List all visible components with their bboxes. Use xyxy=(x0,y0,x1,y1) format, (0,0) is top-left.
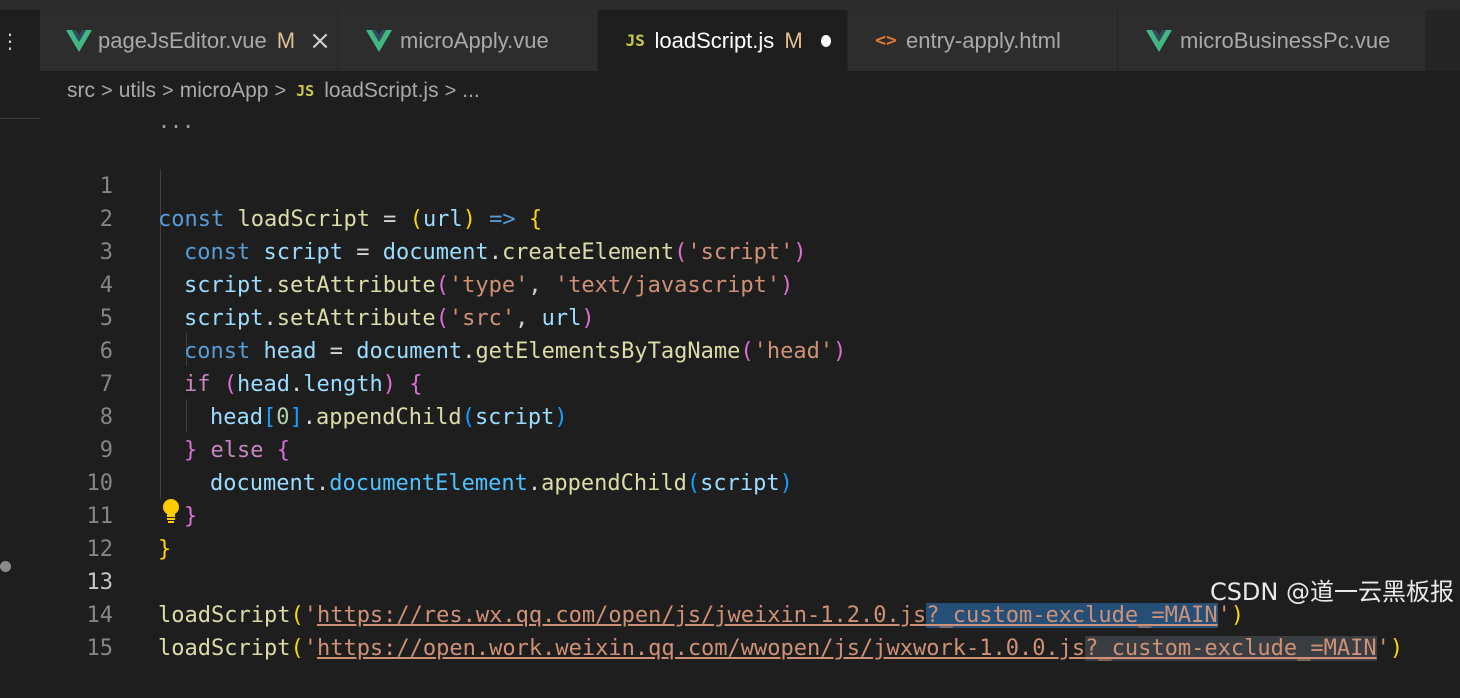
url-link[interactable]: https://open.work.weixin.qq.com/wwopen/j… xyxy=(317,636,1085,661)
tab-label: entry-apply.html xyxy=(906,27,1061,53)
tab-label: loadScript.js xyxy=(654,27,775,53)
tab-loadscript[interactable]: JS loadScript.js M xyxy=(598,10,848,71)
html-icon: <> xyxy=(875,30,897,51)
tab-label: pageJsEditor.vue xyxy=(98,27,267,53)
more-actions-icon[interactable]: ⋮ xyxy=(0,31,20,51)
tab-entry-apply[interactable]: <> entry-apply.html xyxy=(848,10,1118,71)
breadcrumb-item-src[interactable]: src xyxy=(67,79,95,103)
chevron-right-icon: > xyxy=(162,79,174,102)
code-line: 7 head[0].appendChild(script) xyxy=(40,335,1460,430)
close-icon[interactable]: × xyxy=(309,28,331,54)
vue-icon xyxy=(66,26,92,56)
code-line: 5 const head = document.getElementsByTag… xyxy=(40,269,1460,364)
vue-icon xyxy=(1144,26,1174,56)
match-highlight[interactable]: ?_custom-exclude_=MAIN xyxy=(1085,636,1377,661)
activity-bar: ⋮ xyxy=(0,10,40,619)
breadcrumb: src > utils > microApp > JS loadScript.j… xyxy=(40,71,1460,111)
breadcrumb-item-microapp[interactable]: microApp xyxy=(180,79,269,103)
code-line: 4 script.setAttribute('src', url) xyxy=(40,236,1460,331)
breadcrumb-item-symbols[interactable]: ... xyxy=(462,79,480,103)
code-line: 13 loadScript('https://res.wx.qq.com/ope… xyxy=(40,533,1460,628)
code-line: 3 script.setAttribute('type', 'text/java… xyxy=(40,203,1460,298)
js-icon: JS xyxy=(296,82,315,100)
chevron-right-icon: > xyxy=(101,79,113,102)
window-top-strip xyxy=(0,0,1460,10)
vue-icon xyxy=(364,26,394,56)
tab-microbusinesspc[interactable]: microBusinessPc.vue xyxy=(1118,10,1426,71)
chevron-right-icon: > xyxy=(444,79,457,102)
breadcrumb-item-utils[interactable]: utils xyxy=(119,79,156,103)
code-text: loadScript('https://open.work.weixin.qq.… xyxy=(158,636,1404,661)
line-number: 15 xyxy=(86,636,114,661)
tab-microapply[interactable]: microApply.vue xyxy=(338,10,598,71)
editor-tab-bar: pageJsEditor.vue M × microApply.vue JS l… xyxy=(40,10,1460,71)
code-editor[interactable]: ... 1 const loadScript = (url) => { 2 co… xyxy=(40,111,1460,661)
modified-indicator: M xyxy=(784,27,803,53)
code-line: 10 } xyxy=(40,434,1460,529)
status-dot-icon xyxy=(0,561,11,572)
code-line: 6 if (head.length) { xyxy=(40,302,1460,397)
code-line: 2 const script = document.createElement(… xyxy=(40,170,1460,265)
tab-label: microBusinessPc.vue xyxy=(1180,27,1391,53)
tab-label: microApply.vue xyxy=(400,27,549,53)
code-line: 1 const loadScript = (url) => { xyxy=(40,137,1460,232)
activity-separator xyxy=(0,118,40,119)
modified-indicator: M xyxy=(276,27,296,53)
unsaved-dot-icon[interactable] xyxy=(820,34,831,47)
folded-region-indicator[interactable]: ... xyxy=(158,111,194,131)
code-line: 8 } else { xyxy=(40,368,1460,463)
tab-pagejseditor[interactable]: pageJsEditor.vue M × xyxy=(40,10,338,71)
code-line: 12 xyxy=(40,500,1460,562)
breadcrumb-item-file[interactable]: loadScript.js xyxy=(324,79,438,103)
code-line: 11 } xyxy=(40,467,1460,562)
js-icon: JS xyxy=(625,31,645,50)
lightbulb-icon[interactable] xyxy=(161,498,181,524)
chevron-right-icon: > xyxy=(274,79,287,102)
code-line: 9 document.documentElement.appendChild(s… xyxy=(40,401,1460,496)
watermark: CSDN @道一云黑板报 xyxy=(1209,578,1454,606)
